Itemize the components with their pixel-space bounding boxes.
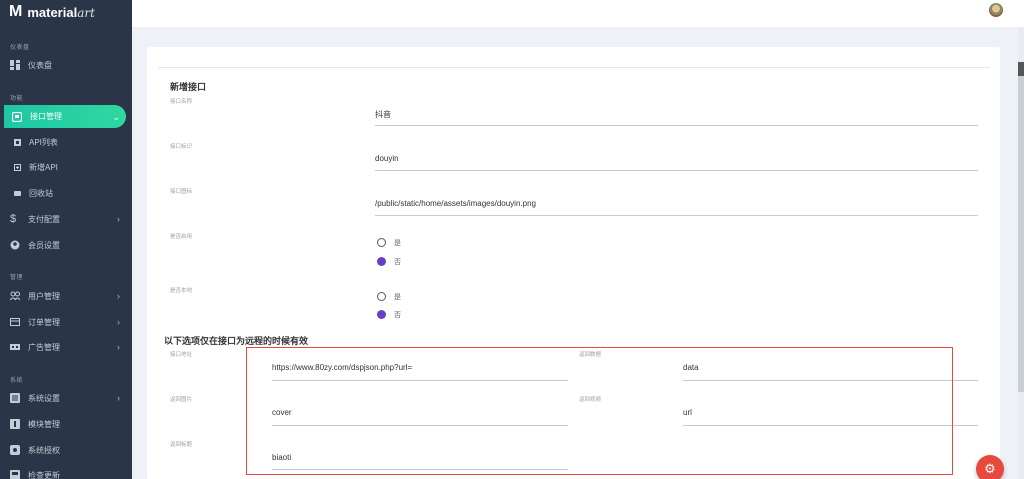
title-field[interactable]: biaoti [272, 453, 291, 462]
field-label-title: 返回标题 [170, 442, 193, 448]
data-field[interactable]: data [683, 363, 699, 372]
enabled-radio-yes[interactable] [377, 238, 386, 247]
chevron-right-icon: › [117, 291, 120, 301]
sidebar-item-check-update[interactable]: 检查更新 [0, 465, 132, 479]
url-field[interactable]: https://www.80zy.com/dspjson.php?url= [272, 363, 412, 372]
field-label-url: 接口地址 [170, 352, 193, 358]
local-no-label: 否 [394, 312, 401, 319]
field-label-video: 返回视频 [579, 397, 602, 403]
sidebar-item-order-manage[interactable]: 订单管理 › [0, 312, 132, 332]
ad-icon [10, 342, 20, 352]
sidebar-item-user-manage[interactable]: 用户管理 › [0, 286, 132, 306]
sidebar-item-dashboard[interactable]: 仪表盘 [0, 55, 132, 75]
form-title: 新增接口 [170, 82, 207, 92]
add-icon [14, 163, 21, 171]
icon-field-underline [375, 215, 978, 216]
settings-list-icon [10, 393, 20, 403]
sidebar-item-api-manage[interactable]: 接口管理 ⌄ [4, 105, 126, 128]
scrollbar-handle[interactable] [1018, 62, 1024, 76]
sidebar-item-payment[interactable]: $ 支付配置 › [0, 209, 132, 229]
sidebar-item-sys-settings[interactable]: 系统设置 › [0, 388, 132, 408]
section-manage: 管理 [10, 275, 24, 281]
module-icon [10, 419, 20, 429]
sidebar-item-label: 用户管理 [28, 291, 60, 301]
name-field-underline [375, 125, 978, 126]
scrollbar-thumb[interactable] [1018, 62, 1024, 392]
field-label-image: 返回图片 [170, 397, 193, 403]
local-radio-no[interactable] [377, 310, 386, 319]
sidebar-item-label: 检查更新 [28, 470, 60, 479]
card-divider [158, 67, 990, 68]
users-icon [9, 291, 21, 301]
sidebar-item-label: 回收站 [29, 188, 53, 198]
sidebar-item-label: 订单管理 [28, 317, 60, 327]
remote-section-title: 以下选项仅在接口为远程的时候有效 [164, 336, 309, 346]
sidebar-item-label: 模块管理 [28, 419, 60, 429]
video-field-underline [683, 425, 978, 426]
chevron-right-icon: › [117, 342, 120, 352]
local-yes-label: 是 [394, 294, 401, 301]
sidebar-item-label: 系统设置 [28, 393, 60, 403]
logo-text: materialart [27, 4, 95, 20]
sidebar-item-ad-manage[interactable]: 广告管理 › [0, 337, 132, 357]
video-field[interactable]: url [683, 408, 692, 417]
logo-icon: M [9, 3, 23, 20]
member-icon [10, 240, 20, 250]
logo[interactable]: M materialart [9, 3, 95, 21]
ident-field[interactable]: douyin [375, 154, 399, 163]
icon-path-field[interactable]: /public/static/home/assets/images/douyin… [375, 199, 536, 208]
section-system: 系统 [10, 378, 24, 384]
sidebar-item-label: 新增API [29, 162, 58, 172]
sidebar-item-module-manage[interactable]: 模块管理 [0, 414, 132, 434]
ident-field-underline [375, 170, 978, 171]
dollar-icon: $ [10, 213, 17, 225]
sidebar: M materialart 仪表盘 仪表盘 功能 接口管理 ⌄ API列表 新增… [0, 0, 132, 479]
dashboard-icon [10, 60, 20, 70]
section-dashboard: 仪表盘 [10, 45, 30, 51]
enabled-radio-no[interactable] [377, 257, 386, 266]
sidebar-item-member[interactable]: 会员设置 [0, 235, 132, 255]
auth-icon [10, 445, 20, 455]
card-icon [10, 317, 20, 327]
topbar [132, 0, 1024, 27]
settings-fab-button[interactable]: ⚙ [976, 455, 1004, 479]
enabled-yes-label: 是 [394, 240, 401, 247]
url-field-underline [272, 380, 568, 381]
local-radio-yes[interactable] [377, 292, 386, 301]
enabled-no-label: 否 [394, 259, 401, 266]
field-label-data: 返回数据 [579, 352, 602, 358]
sidebar-item-label: 接口管理 [30, 112, 62, 121]
chevron-right-icon: › [117, 393, 120, 403]
sidebar-item-label: 支付配置 [28, 214, 60, 224]
trash-icon [14, 190, 21, 197]
chevron-down-icon: ⌄ [112, 112, 120, 122]
list-icon [14, 138, 21, 146]
image-field[interactable]: cover [272, 408, 292, 417]
sidebar-item-sys-auth[interactable]: 系统授权 [0, 440, 132, 460]
image-field-underline [272, 425, 568, 426]
sidebar-item-recycle[interactable]: 回收站 [0, 183, 132, 203]
update-icon [10, 470, 20, 479]
field-label-local: 是否本地 [170, 288, 193, 294]
sidebar-item-label: 仪表盘 [28, 60, 52, 70]
section-features: 功能 [10, 96, 24, 102]
chevron-right-icon: › [117, 317, 120, 327]
title-field-underline [272, 469, 568, 470]
sidebar-item-label: API列表 [29, 137, 58, 147]
sidebar-item-label: 广告管理 [28, 342, 60, 352]
api-icon [11, 111, 23, 122]
chevron-right-icon: › [117, 214, 120, 224]
sidebar-item-label: 系统授权 [28, 445, 60, 455]
sidebar-item-api-list[interactable]: API列表 [0, 132, 132, 152]
field-label-ident: 接口标识 [170, 144, 193, 150]
gear-icon: ⚙ [984, 461, 996, 476]
sidebar-item-label: 会员设置 [28, 240, 60, 250]
field-label-enabled: 是否启用 [170, 234, 193, 240]
field-label-name: 接口名称 [170, 99, 193, 105]
sidebar-item-new-api[interactable]: 新增API [0, 157, 132, 177]
avatar[interactable] [989, 3, 1003, 17]
name-field[interactable]: 抖音 [375, 109, 391, 120]
data-field-underline [683, 380, 978, 381]
field-label-icon: 接口图标 [170, 189, 193, 195]
